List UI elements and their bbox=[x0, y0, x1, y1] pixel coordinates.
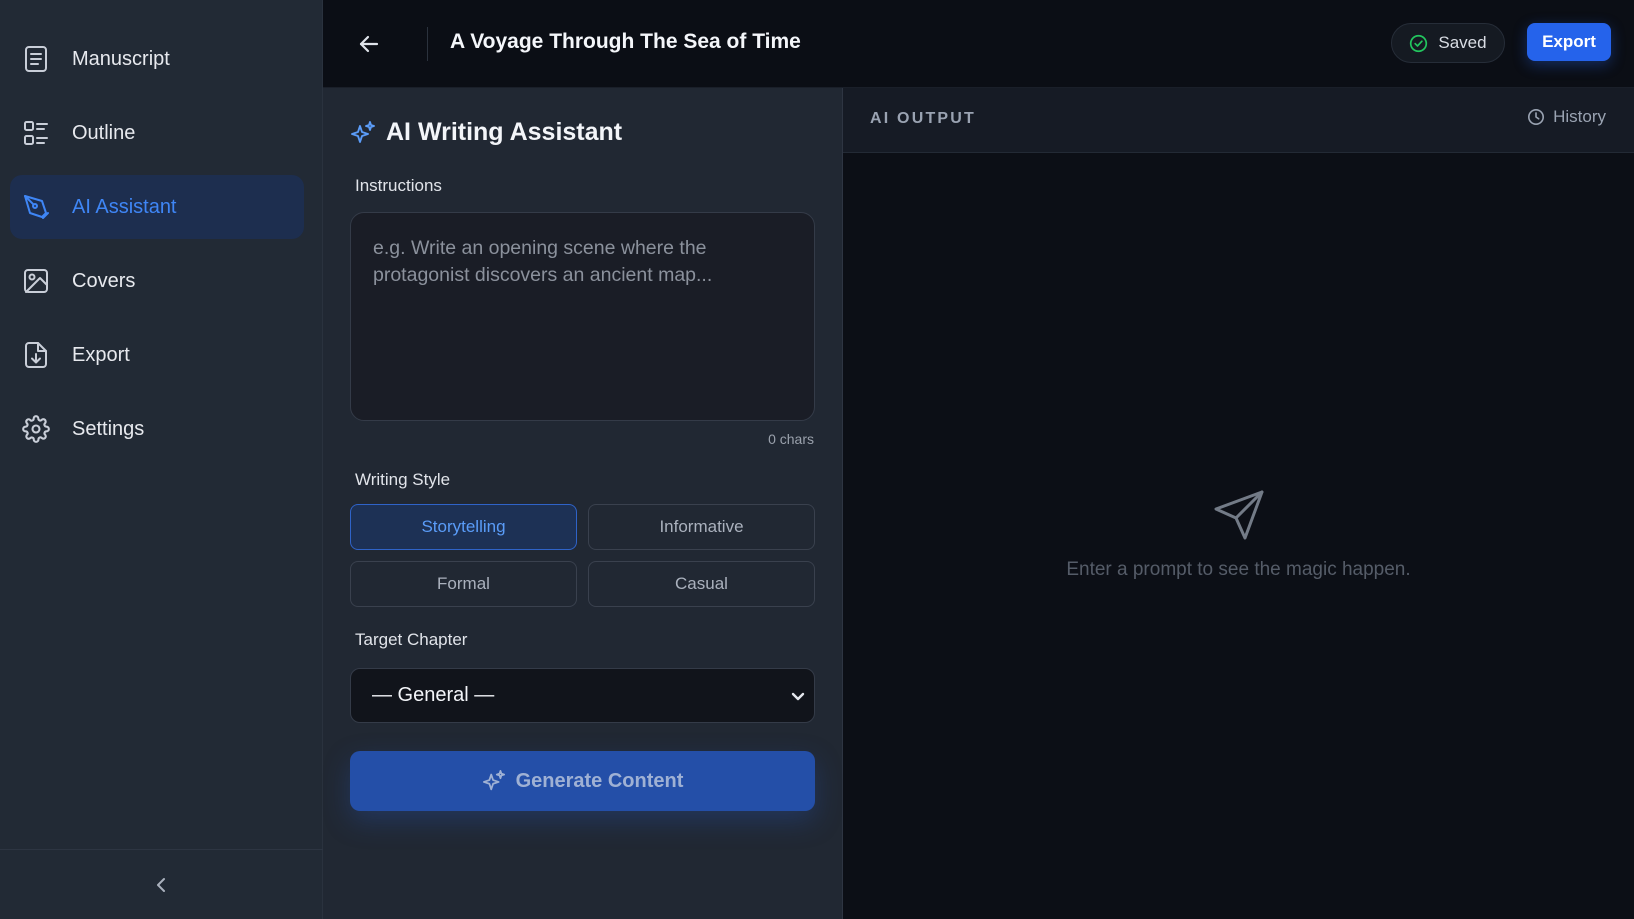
page-title: A Voyage Through The Sea of Time bbox=[450, 30, 801, 53]
sidebar-item-label: Outline bbox=[72, 121, 136, 144]
assistant-panel-header: AI Writing Assistant bbox=[350, 118, 622, 147]
history-label: History bbox=[1553, 107, 1606, 126]
sidebar-item-outline[interactable]: Outline bbox=[10, 101, 304, 165]
back-button[interactable] bbox=[351, 26, 387, 62]
writing-style-label: Writing Style bbox=[355, 470, 451, 489]
divider bbox=[427, 27, 428, 61]
send-icon bbox=[1214, 490, 1263, 540]
sidebar: Manuscript Outline AI Assistant Covers E… bbox=[0, 0, 323, 919]
image-icon bbox=[22, 267, 50, 295]
output-panel: AI OUTPUT History Enter a prompt to see … bbox=[843, 88, 1634, 919]
clock-icon bbox=[1528, 108, 1545, 126]
sidebar-item-label: AI Assistant bbox=[72, 195, 177, 218]
instructions-label: Instructions bbox=[355, 176, 442, 195]
assistant-panel: AI Writing Assistant Instructions 0 char… bbox=[323, 88, 843, 919]
outline-list-icon bbox=[22, 119, 50, 147]
generate-content-label: Generate Content bbox=[515, 769, 684, 792]
output-panel-title: AI OUTPUT bbox=[870, 110, 977, 127]
style-option-storytelling[interactable]: Storytelling bbox=[350, 504, 577, 550]
style-option-casual[interactable]: Casual bbox=[588, 561, 815, 607]
sparkles-icon bbox=[351, 120, 375, 143]
sidebar-item-manuscript[interactable]: Manuscript bbox=[10, 27, 304, 91]
arrow-left-icon bbox=[359, 35, 379, 53]
sparkles-icon bbox=[482, 769, 505, 791]
instructions-input[interactable] bbox=[350, 212, 815, 421]
sidebar-item-settings[interactable]: Settings bbox=[10, 397, 304, 461]
history-button[interactable]: History bbox=[1527, 107, 1606, 127]
target-chapter-label: Target Chapter bbox=[355, 630, 468, 649]
export-button[interactable]: Export bbox=[1527, 23, 1611, 61]
sidebar-item-label: Settings bbox=[72, 417, 145, 440]
sidebar-item-label: Export bbox=[72, 343, 130, 366]
check-circle-icon bbox=[1410, 34, 1428, 52]
chevron-left-icon bbox=[156, 877, 165, 892]
target-chapter-value: — General — bbox=[372, 684, 495, 706]
generate-content-button[interactable]: Generate Content bbox=[350, 751, 815, 811]
gear-icon bbox=[22, 415, 50, 443]
sidebar-footer bbox=[0, 849, 323, 919]
collapse-sidebar-button[interactable] bbox=[144, 867, 180, 903]
char-count: 0 chars bbox=[768, 431, 814, 447]
sidebar-item-export[interactable]: Export bbox=[10, 323, 304, 387]
file-download-icon bbox=[22, 341, 50, 369]
style-option-informative[interactable]: Informative bbox=[588, 504, 815, 550]
style-option-formal[interactable]: Formal bbox=[350, 561, 577, 607]
chevron-down-icon bbox=[791, 692, 805, 701]
app-root: Manuscript Outline AI Assistant Covers E… bbox=[0, 0, 1634, 919]
output-empty-state: Enter a prompt to see the magic happen. bbox=[843, 488, 1634, 581]
empty-state-text: Enter a prompt to see the magic happen. bbox=[1066, 559, 1411, 580]
sidebar-item-covers[interactable]: Covers bbox=[10, 249, 304, 313]
sidebar-item-ai-assistant[interactable]: AI Assistant bbox=[10, 175, 304, 239]
assistant-panel-title: AI Writing Assistant bbox=[386, 118, 623, 146]
output-panel-header: AI OUTPUT History bbox=[843, 88, 1634, 153]
saved-status-badge: Saved bbox=[1391, 23, 1505, 63]
saved-label: Saved bbox=[1438, 33, 1487, 52]
pen-nib-icon bbox=[22, 193, 50, 221]
top-bar: A Voyage Through The Sea of Time Saved E… bbox=[323, 0, 1634, 88]
target-chapter-select[interactable]: — General — bbox=[350, 668, 815, 723]
sidebar-item-label: Manuscript bbox=[72, 47, 170, 70]
sidebar-nav: Manuscript Outline AI Assistant Covers E… bbox=[10, 27, 304, 471]
sidebar-item-label: Covers bbox=[72, 269, 136, 292]
document-icon bbox=[22, 45, 50, 73]
